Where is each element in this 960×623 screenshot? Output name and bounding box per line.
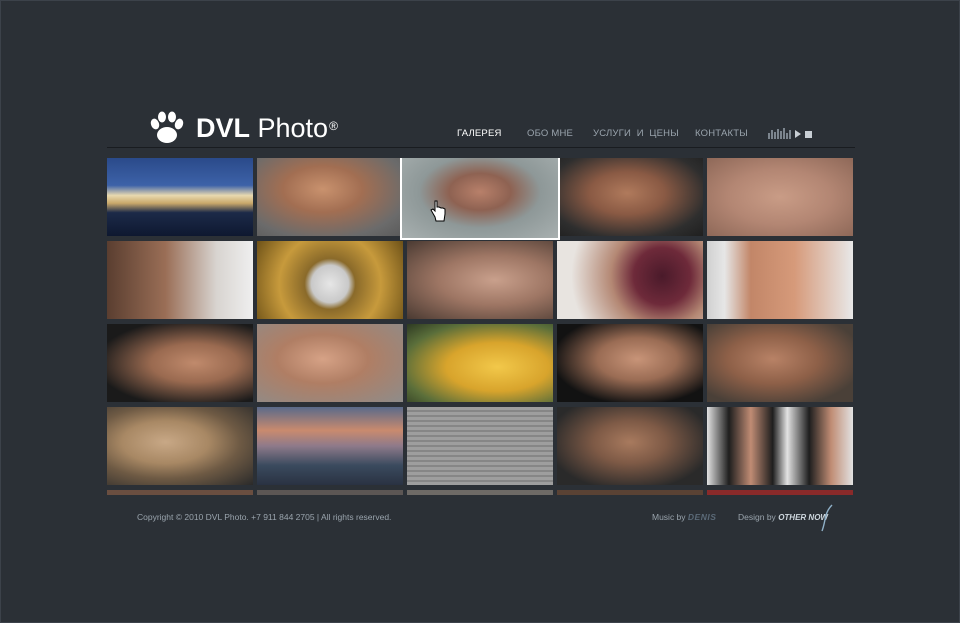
gallery-thumbnail[interactable] bbox=[557, 407, 703, 485]
gallery-thumbnail[interactable] bbox=[557, 158, 703, 236]
gallery-thumbnail[interactable] bbox=[407, 407, 553, 485]
nav-item-contacts[interactable]: КОНТАКТЫ bbox=[695, 128, 748, 139]
slash-logo-icon bbox=[821, 504, 833, 532]
nav-item-gallery[interactable]: ГАЛЕРЕЯ bbox=[457, 128, 502, 139]
gallery-thumbnail[interactable] bbox=[557, 324, 703, 402]
gallery-thumbnail[interactable] bbox=[107, 407, 253, 485]
gallery-thumbnail[interactable] bbox=[107, 241, 253, 319]
gallery-thumbnail[interactable] bbox=[707, 241, 853, 319]
stop-icon[interactable] bbox=[805, 131, 812, 138]
music-brand-logo[interactable]: DENIS bbox=[688, 512, 716, 522]
music-player bbox=[768, 128, 812, 139]
registered-mark: ® bbox=[329, 119, 338, 133]
site-logo[interactable]: DVL Photo® bbox=[148, 108, 338, 148]
gallery-thumbnail[interactable] bbox=[107, 324, 253, 402]
gallery-thumbnail[interactable] bbox=[107, 490, 253, 495]
logo-text-light: Photo bbox=[257, 113, 329, 143]
gallery-thumbnail[interactable] bbox=[557, 490, 703, 495]
photo-gallery bbox=[107, 158, 855, 495]
music-credit[interactable]: Music by DENIS bbox=[652, 512, 716, 522]
paw-icon bbox=[150, 111, 184, 143]
gallery-thumbnail[interactable] bbox=[257, 324, 403, 402]
nav-item-about[interactable]: ОБО МНЕ bbox=[527, 128, 573, 139]
gallery-thumbnail[interactable] bbox=[557, 241, 703, 319]
gallery-thumbnail[interactable] bbox=[707, 324, 853, 402]
gallery-thumbnail[interactable] bbox=[257, 158, 403, 236]
gallery-thumbnail[interactable] bbox=[707, 490, 853, 495]
copyright-text: Copyright © 2010 DVL Photo. +7 911 844 2… bbox=[137, 512, 392, 522]
design-label: Design by bbox=[738, 512, 776, 522]
hand-cursor-icon bbox=[430, 200, 446, 222]
gallery-thumbnail[interactable] bbox=[107, 158, 253, 236]
gallery-thumbnail[interactable] bbox=[402, 158, 558, 238]
equalizer-icon bbox=[768, 128, 792, 139]
nav-item-services[interactable]: УСЛУГИ И ЦЕНЫ bbox=[593, 128, 679, 139]
gallery-thumbnail[interactable] bbox=[707, 407, 853, 485]
gallery-thumbnail[interactable] bbox=[257, 241, 403, 319]
logo-text-bold: DVL bbox=[196, 113, 250, 143]
play-icon[interactable] bbox=[795, 130, 801, 138]
logo-text: DVL Photo® bbox=[196, 109, 338, 147]
gallery-thumbnail[interactable] bbox=[407, 490, 553, 495]
design-brand-logo[interactable]: OTHER NOW bbox=[778, 504, 833, 532]
gallery-thumbnail[interactable] bbox=[707, 158, 853, 236]
gallery-thumbnail[interactable] bbox=[257, 407, 403, 485]
design-credit[interactable]: Design by OTHER NOW bbox=[738, 504, 833, 532]
music-label: Music by bbox=[652, 512, 686, 522]
header-divider bbox=[107, 147, 855, 148]
gallery-thumbnail[interactable] bbox=[257, 490, 403, 495]
gallery-thumbnail[interactable] bbox=[407, 241, 553, 319]
gallery-thumbnail[interactable] bbox=[407, 324, 553, 402]
